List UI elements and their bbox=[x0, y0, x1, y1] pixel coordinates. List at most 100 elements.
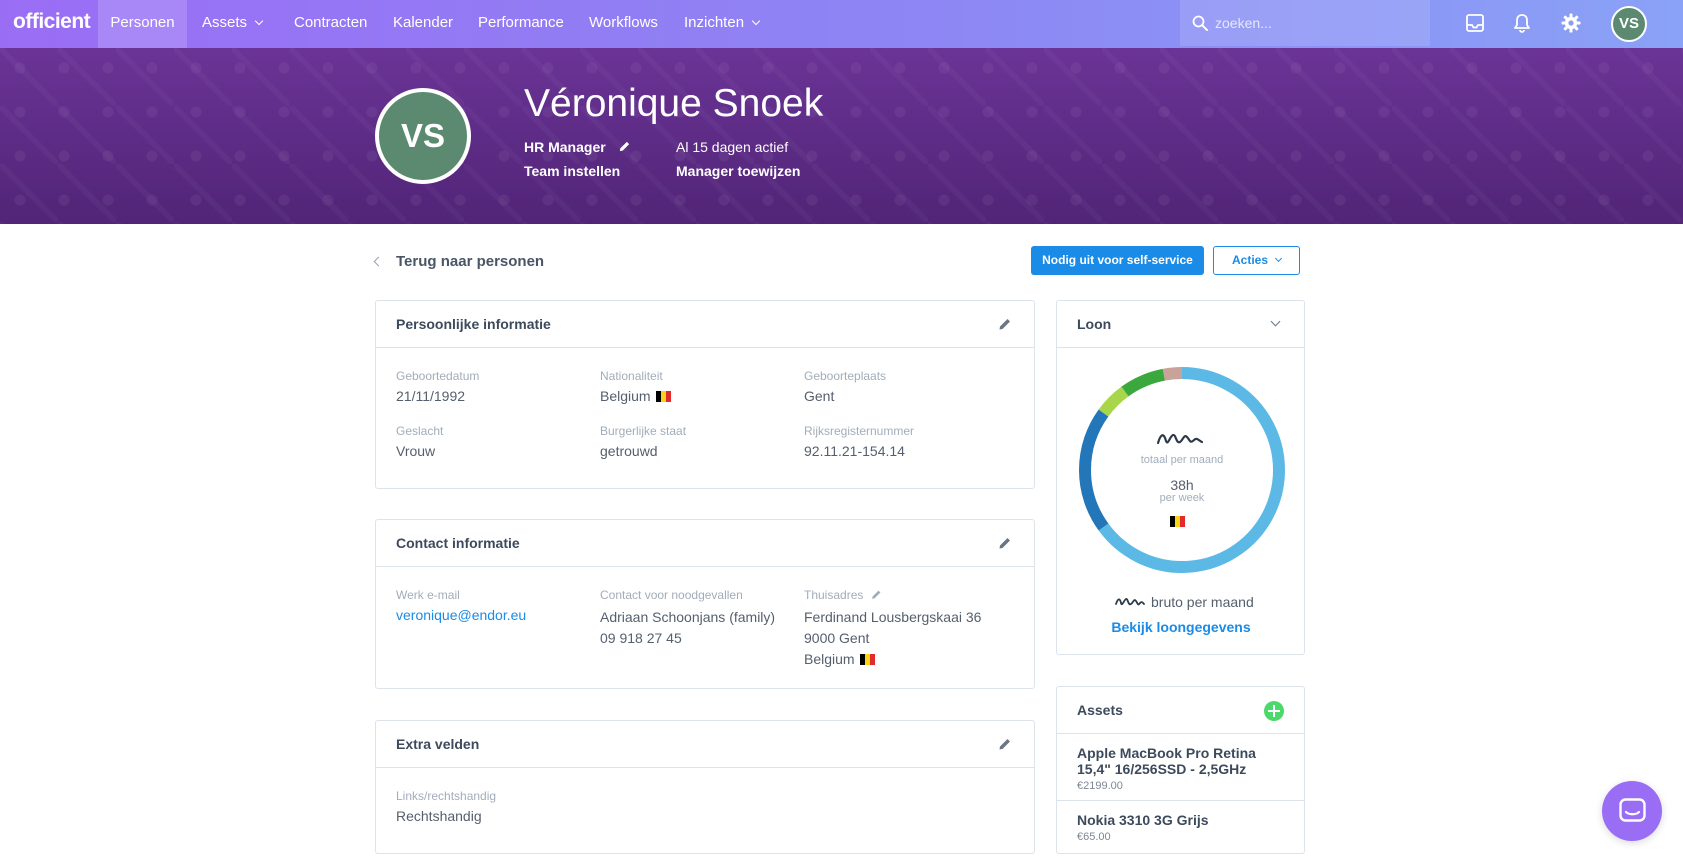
chat-icon bbox=[1619, 798, 1646, 822]
home-address-label: Thuisadres bbox=[804, 588, 882, 602]
gross-per-month: bruto per maand bbox=[1115, 594, 1254, 610]
hidden-amount-squiggle-icon bbox=[1156, 433, 1204, 445]
card-header: Contact informatie bbox=[376, 520, 1034, 567]
assets-card: Assets Apple MacBook Pro Retina 15,4" 16… bbox=[1056, 686, 1305, 854]
user-avatar[interactable]: VS bbox=[1611, 6, 1647, 42]
edit-icon[interactable] bbox=[998, 737, 1012, 751]
emergency-contact-name: Adriaan Schoonjans (family) bbox=[600, 609, 776, 625]
belgium-flag-icon bbox=[859, 654, 875, 665]
team-link[interactable]: Team instellen bbox=[524, 163, 620, 179]
donut-segment bbox=[1098, 386, 1129, 417]
chevron-down-icon[interactable] bbox=[1270, 316, 1281, 327]
gross-per-month-label: bruto per maand bbox=[1151, 594, 1254, 610]
contact-info-card: Contact informatie Werk e-mail veronique… bbox=[375, 519, 1035, 689]
donut-segment bbox=[1098, 367, 1285, 573]
add-asset-icon[interactable] bbox=[1264, 701, 1284, 721]
extra-fields-card: Extra velden Links/rechtshandig Rechtsha… bbox=[375, 720, 1035, 854]
asset-item[interactable]: Nokia 3310 3G Grijs €65.00 bbox=[1057, 802, 1304, 854]
gender-label: Geslacht bbox=[396, 424, 444, 438]
nav-item-workflows[interactable]: Workflows bbox=[589, 0, 658, 48]
back-link[interactable]: Terug naar personen bbox=[373, 253, 545, 270]
nav-item-label: Contracten bbox=[294, 14, 368, 31]
role-label: HR Manager bbox=[524, 139, 631, 155]
chevron-down-icon bbox=[751, 16, 761, 26]
civil-status-label: Burgerlijke staat bbox=[600, 424, 687, 438]
gear-icon[interactable] bbox=[1560, 12, 1582, 34]
invite-self-service-button[interactable]: Nodig uit voor self-service bbox=[1031, 246, 1204, 275]
search-icon bbox=[1192, 15, 1208, 31]
top-navigation: officient Personen Assets Contracten Kal… bbox=[0, 0, 1683, 48]
birthdate-value: 21/11/1992 bbox=[396, 388, 466, 404]
work-email-label: Werk e-mail bbox=[396, 588, 460, 602]
salary-card: Loon totaal per maand 38h per week bruto… bbox=[1056, 300, 1305, 655]
view-salary-link[interactable]: Bekijk loongegevens bbox=[1057, 619, 1305, 635]
person-name: Véronique Snoek bbox=[524, 82, 824, 125]
nav-item-label: Assets bbox=[202, 14, 248, 31]
birthplace-label: Geboorteplaats bbox=[804, 369, 887, 383]
nav-item-performance[interactable]: Performance bbox=[478, 0, 564, 48]
asset-price: €2199.00 bbox=[1077, 780, 1123, 792]
search-box bbox=[1180, 0, 1430, 46]
officient-logo[interactable]: officient bbox=[13, 10, 91, 34]
belgium-flag-icon bbox=[1170, 516, 1185, 527]
active-days-text: Al 15 dagen actief bbox=[676, 139, 789, 155]
nationality-text: Belgium bbox=[600, 388, 651, 404]
work-email-link[interactable]: veronique@endor.eu bbox=[396, 607, 526, 623]
nav-item-label: Kalender bbox=[393, 14, 454, 31]
card-header: Persoonlijke informatie bbox=[376, 301, 1034, 348]
edit-address-icon[interactable] bbox=[871, 589, 882, 600]
nav-item-label: Inzichten bbox=[684, 14, 745, 31]
emergency-contact-label: Contact voor noodgevallen bbox=[600, 588, 743, 602]
personal-info-card: Persoonlijke informatie Geboortedatum 21… bbox=[375, 300, 1035, 489]
edit-icon[interactable] bbox=[998, 317, 1012, 331]
card-header: Extra velden bbox=[376, 721, 1034, 768]
birthdate-label: Geboortedatum bbox=[396, 369, 480, 383]
handedness-label: Links/rechtshandig bbox=[396, 789, 497, 803]
nav-item-label: Personen bbox=[110, 14, 175, 31]
emergency-contact-phone: 09 918 27 45 bbox=[600, 630, 682, 646]
inbox-icon[interactable] bbox=[1464, 12, 1486, 34]
chevron-left-icon bbox=[373, 256, 384, 267]
asset-name: Apple MacBook Pro Retina 15,4" 16/256SSD… bbox=[1077, 745, 1256, 777]
hours-per-week-label: per week bbox=[1159, 492, 1205, 504]
nav-item-label: Performance bbox=[478, 14, 564, 31]
chevron-down-icon bbox=[1274, 254, 1283, 263]
edit-role-icon[interactable] bbox=[618, 140, 631, 153]
nav-item-contracten[interactable]: Contracten bbox=[294, 0, 367, 48]
chat-launcher-button[interactable] bbox=[1602, 781, 1662, 841]
gender-value: Vrouw bbox=[396, 443, 436, 459]
handedness-value: Rechtshandig bbox=[396, 808, 482, 824]
hidden-amount-squiggle-icon bbox=[1115, 598, 1145, 606]
card-header[interactable]: Loon bbox=[1057, 301, 1304, 348]
national-id-value: 92.11.21-154.14 bbox=[804, 443, 905, 459]
actions-button-label: Acties bbox=[1231, 253, 1269, 267]
donut-segment bbox=[1121, 368, 1166, 397]
actions-button[interactable]: Acties bbox=[1213, 246, 1300, 275]
role-text: HR Manager bbox=[524, 139, 606, 155]
nav-item-assets[interactable]: Assets bbox=[202, 0, 264, 48]
back-link-label: Terug naar personen bbox=[396, 253, 545, 270]
manager-link[interactable]: Manager toewijzen bbox=[676, 163, 800, 179]
total-per-month-label: totaal per maand bbox=[1140, 454, 1224, 466]
card-title: Persoonlijke informatie bbox=[396, 316, 551, 332]
search-input[interactable] bbox=[1215, 12, 1415, 34]
profile-avatar[interactable]: VS bbox=[375, 88, 471, 184]
nav-item-label: Workflows bbox=[589, 14, 658, 31]
nav-item-personen[interactable]: Personen bbox=[98, 0, 187, 48]
address-street: Ferdinand Lousbergskaai 36 bbox=[804, 609, 982, 625]
bell-icon[interactable] bbox=[1511, 12, 1533, 34]
address-city: 9000 Gent bbox=[804, 630, 870, 646]
asset-name: Nokia 3310 3G Grijs bbox=[1077, 812, 1209, 828]
profile-banner bbox=[0, 48, 1683, 224]
nav-item-kalender[interactable]: Kalender bbox=[393, 0, 453, 48]
nationality-label: Nationaliteit bbox=[600, 369, 663, 383]
card-title: Contact informatie bbox=[396, 535, 520, 551]
card-title: Extra velden bbox=[396, 736, 480, 752]
national-id-label: Rijksregisternummer bbox=[804, 424, 915, 438]
asset-item[interactable]: Apple MacBook Pro Retina 15,4" 16/256SSD… bbox=[1057, 735, 1304, 801]
civil-status-value: getrouwd bbox=[600, 443, 658, 459]
address-country-text: Belgium bbox=[804, 651, 855, 667]
edit-icon[interactable] bbox=[998, 536, 1012, 550]
nav-item-inzichten[interactable]: Inzichten bbox=[684, 0, 761, 48]
address-country: Belgium bbox=[804, 651, 875, 667]
